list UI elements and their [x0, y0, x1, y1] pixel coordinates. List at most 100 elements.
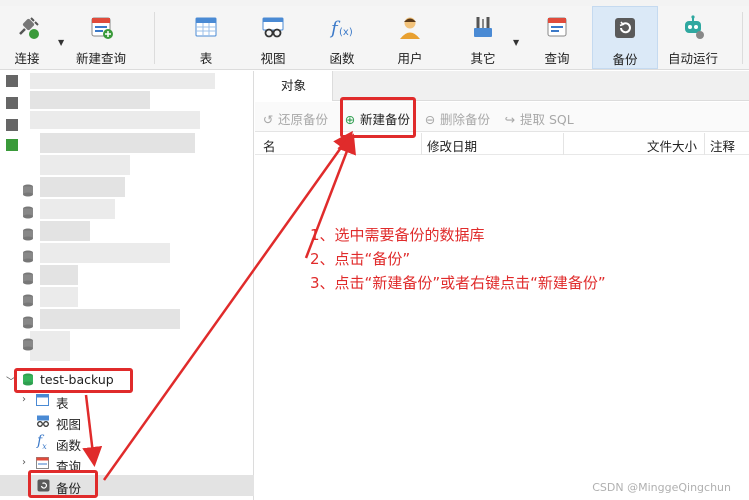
table-icon — [195, 17, 217, 37]
chevron-right-icon[interactable]: › — [22, 394, 26, 405]
column-header: 名 修改日期 文件大小 注释 — [255, 133, 749, 155]
highlight-box-new-backup — [340, 97, 416, 138]
tree-item-label: 表 — [56, 396, 69, 411]
new-query-button[interactable]: 新建查询 — [70, 6, 132, 69]
connection-icon — [6, 119, 18, 131]
tab-bar: 对象 — [255, 71, 749, 101]
restore-backup-label: 还原备份 — [278, 112, 329, 127]
function-icon: f (x) — [329, 18, 353, 39]
tab-objects[interactable]: 对象 — [255, 71, 333, 101]
extract-sql-button[interactable]: ↪ 提取 SQL — [503, 109, 574, 128]
chevron-right-icon[interactable]: › — [22, 457, 26, 468]
tree-item-label: 函数 — [56, 438, 82, 453]
query-label: 查询 — [544, 51, 570, 66]
obscured-tree-item — [40, 177, 125, 197]
chevron-down-icon[interactable]: ▼ — [58, 38, 64, 47]
main-toolbar: 连接 ▼ 新建查询 表 视图 f (x) 函数 用户 其它 ▼ 查询 备份 自动… — [0, 6, 749, 70]
automation-button[interactable]: 自动运行 — [662, 6, 724, 69]
table-button[interactable]: 表 — [184, 6, 228, 69]
restore-backup-button[interactable]: ↺ 还原备份 — [261, 109, 328, 128]
query-icon — [36, 457, 49, 469]
column-divider[interactable] — [563, 133, 564, 155]
column-divider[interactable] — [704, 133, 705, 155]
view-icon — [262, 17, 284, 38]
backup-icon — [615, 18, 635, 38]
user-icon — [400, 17, 420, 39]
connection-icon — [6, 75, 18, 87]
navigation-tree: ﹀ test-backup › 表 视图 fx 函数 › 查询 备份 — [0, 71, 254, 500]
column-file-size[interactable]: 文件大小 — [647, 136, 697, 155]
connection-icon — [6, 139, 18, 151]
instruction-step-3: 3、点击“新建备份”或者右键点击“新建备份” — [310, 274, 606, 292]
delete-backup-button[interactable]: ⊖ 删除备份 — [423, 109, 490, 128]
instruction-step-2: 2、点击“备份” — [310, 250, 411, 268]
chevron-down-icon[interactable]: ▼ — [513, 38, 519, 47]
function-button[interactable]: f (x) 函数 — [318, 6, 366, 69]
tree-item-views[interactable]: 视图 — [0, 411, 254, 432]
object-toolbar: ↺ 还原备份 ⊕ 新建备份 ⊖ 删除备份 ↪ 提取 SQL — [255, 102, 749, 132]
user-label: 用户 — [397, 51, 423, 66]
view-button[interactable]: 视图 — [250, 6, 296, 69]
obscured-tree-item — [30, 73, 215, 89]
obscured-tree-item — [40, 221, 90, 241]
database-icon — [23, 338, 33, 351]
user-button[interactable]: 用户 — [386, 6, 434, 69]
database-icon — [23, 206, 33, 219]
query-icon — [547, 17, 567, 37]
function-label: 函数 — [329, 51, 355, 66]
new-query-icon — [91, 17, 113, 39]
tools-icon — [474, 17, 492, 37]
backup-button[interactable]: 备份 — [592, 6, 658, 69]
tree-item-functions[interactable]: fx 函数 — [0, 432, 254, 453]
database-icon — [23, 228, 33, 241]
new-query-label: 新建查询 — [75, 51, 126, 66]
obscured-tree-item — [30, 91, 150, 109]
other-label: 其它 — [470, 51, 496, 66]
extract-arrow-icon: ↪ — [504, 112, 516, 127]
highlight-box-backup-node — [28, 470, 98, 498]
svg-text:(x): (x) — [339, 27, 353, 38]
instruction-step-1: 1、选中需要备份的数据库 — [310, 226, 485, 244]
obscured-tree-item — [40, 309, 180, 329]
column-name[interactable]: 名 — [263, 136, 276, 155]
database-icon — [23, 250, 33, 263]
column-modified-date[interactable]: 修改日期 — [427, 136, 477, 155]
toolbar-divider — [742, 12, 743, 64]
view-icon — [37, 415, 49, 427]
highlight-box-database — [14, 368, 133, 393]
other-button[interactable]: 其它 — [460, 6, 506, 69]
obscured-tree-item — [40, 155, 130, 175]
watermark: CSDN @MinggeQingchun — [592, 481, 731, 494]
connection-icon — [6, 97, 18, 109]
toolbar-divider — [154, 12, 155, 64]
obscured-tree-item — [30, 331, 70, 361]
delete-backup-label: 删除备份 — [440, 112, 491, 127]
undo-icon: ↺ — [262, 112, 274, 127]
query-button[interactable]: 查询 — [534, 6, 580, 69]
plug-icon — [19, 17, 39, 39]
obscured-tree-item — [40, 243, 170, 263]
automation-label: 自动运行 — [667, 51, 718, 66]
database-icon — [23, 184, 33, 197]
column-divider[interactable] — [421, 133, 422, 155]
obscured-tree-item — [40, 287, 78, 307]
minus-circle-icon: ⊖ — [424, 112, 436, 127]
column-comment[interactable]: 注释 — [710, 136, 735, 155]
database-icon — [23, 316, 33, 329]
view-label: 视图 — [260, 51, 286, 66]
function-icon: fx — [37, 433, 47, 451]
database-icon — [23, 272, 33, 285]
robot-icon — [685, 15, 704, 39]
obscured-tree-item — [40, 133, 195, 153]
connect-label: 连接 — [14, 51, 40, 66]
obscured-tree-item — [30, 111, 200, 129]
backup-label: 备份 — [612, 52, 638, 67]
obscured-tree-item — [40, 199, 115, 219]
table-label: 表 — [199, 51, 213, 66]
database-icon — [23, 294, 33, 307]
tree-item-label: 视图 — [56, 417, 82, 432]
connect-button[interactable]: 连接 — [4, 6, 50, 69]
extract-sql-label: 提取 SQL — [520, 112, 574, 127]
obscured-tree-item — [40, 265, 78, 285]
tree-item-tables[interactable]: › 表 — [0, 390, 254, 411]
